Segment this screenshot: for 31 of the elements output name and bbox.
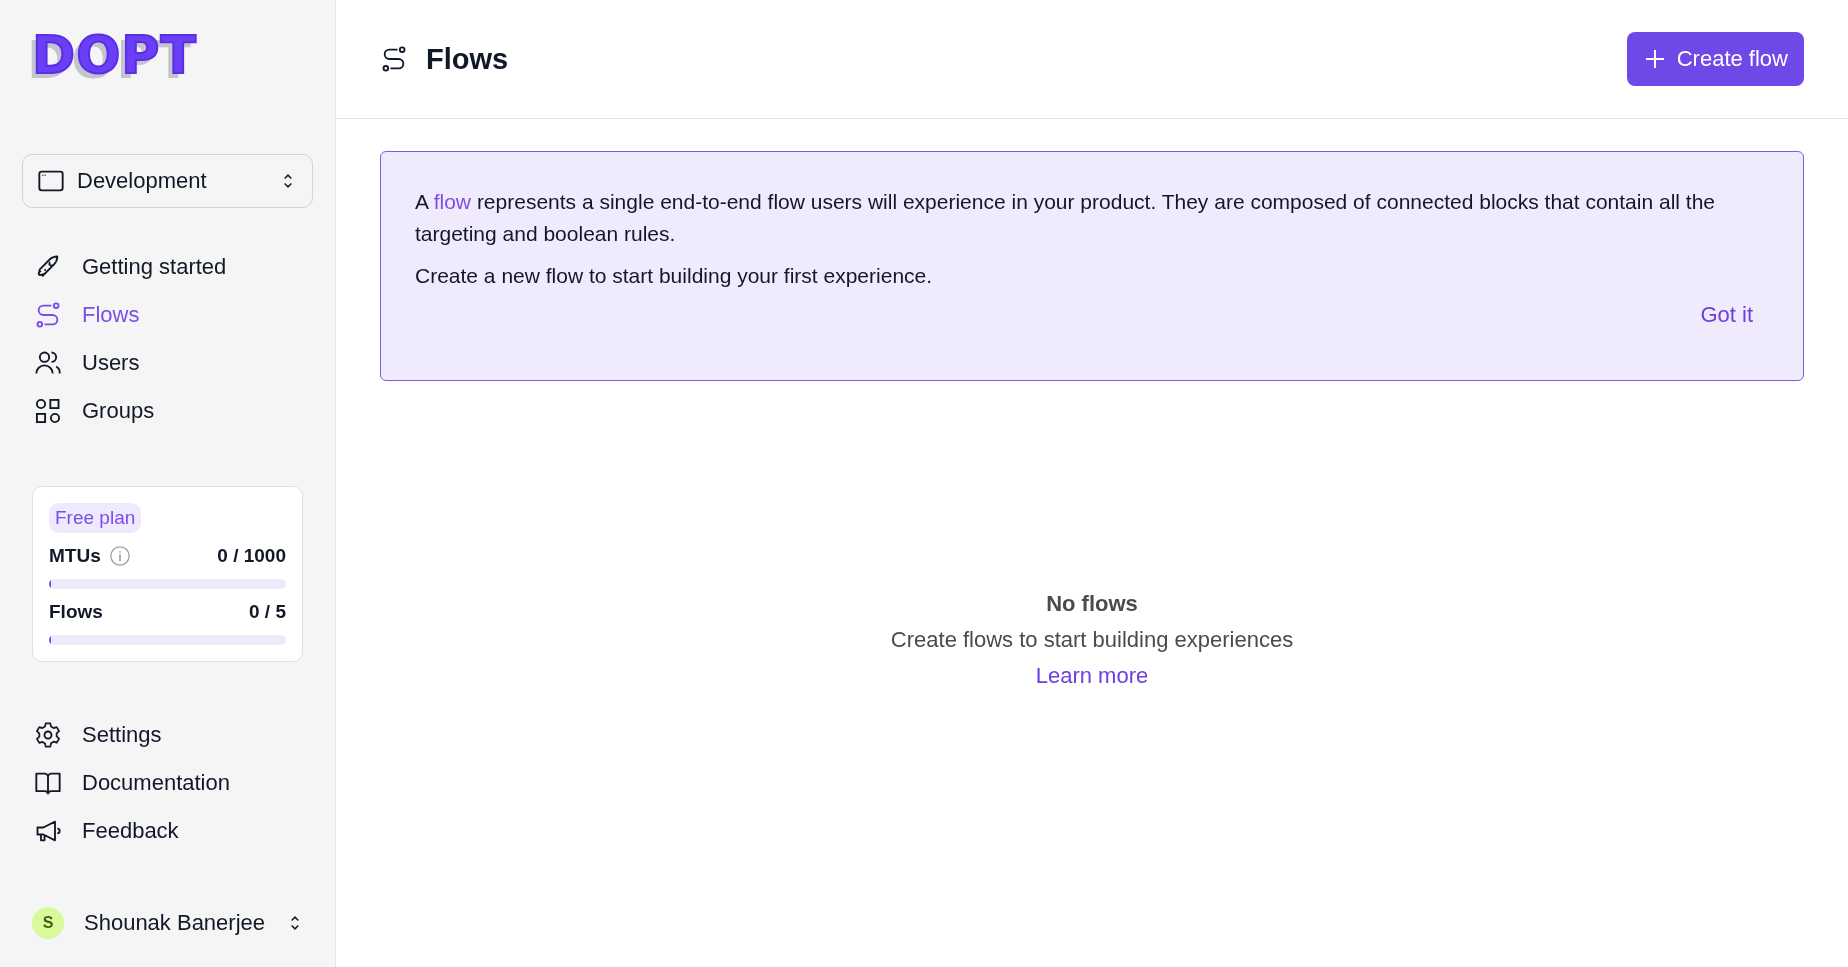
flow-link[interactable]: flow [433, 190, 472, 213]
meter-label: MTUs [49, 545, 101, 567]
nav-item[interactable]: Flows [34, 300, 313, 330]
empty-text: Create flows to start building experiences [890, 627, 1294, 653]
empty-title: No flows [1046, 591, 1138, 617]
nav-item[interactable]: Groups [34, 396, 313, 426]
nav-item[interactable]: Documentation [34, 768, 313, 798]
route-icon [34, 301, 62, 329]
meter-reading: 0 / 5 [249, 601, 286, 623]
environment-selector[interactable]: Development [22, 154, 313, 208]
learn-more-link[interactable]: Learn more [1035, 663, 1149, 689]
nav-item[interactable]: Feedback [34, 816, 313, 846]
shapes-icon [34, 397, 62, 425]
banner-text: A flow represents a single end-to-end flow users will experience in your product. They are composed of connected blocks that contain all the targeting and boolean rules. [415, 189, 1717, 247]
banner-text: Create a new flow to start building your first experience. [415, 263, 934, 289]
got-it-button[interactable]: Got it [1684, 302, 1769, 328]
meter-label: Flows [49, 601, 103, 623]
users-icon [34, 349, 62, 377]
plan-badge: Free plan [49, 503, 142, 533]
nav-item[interactable]: Settings [34, 720, 313, 750]
user-menu[interactable]: S Shounak Banerjee [22, 907, 313, 939]
nav-item[interactable]: Users [34, 348, 313, 378]
info-icon[interactable] [108, 545, 131, 567]
meter-reading: 0 / 1000 [217, 545, 286, 567]
settings-icon [34, 721, 62, 749]
page-title: Flows [426, 42, 510, 76]
create-flow-button[interactable]: Create flow [1626, 32, 1804, 86]
nav-item[interactable]: Getting started [34, 252, 313, 282]
avatar: S [32, 907, 64, 939]
logo[interactable]: DOPT [32, 28, 197, 82]
route-icon [380, 45, 408, 73]
